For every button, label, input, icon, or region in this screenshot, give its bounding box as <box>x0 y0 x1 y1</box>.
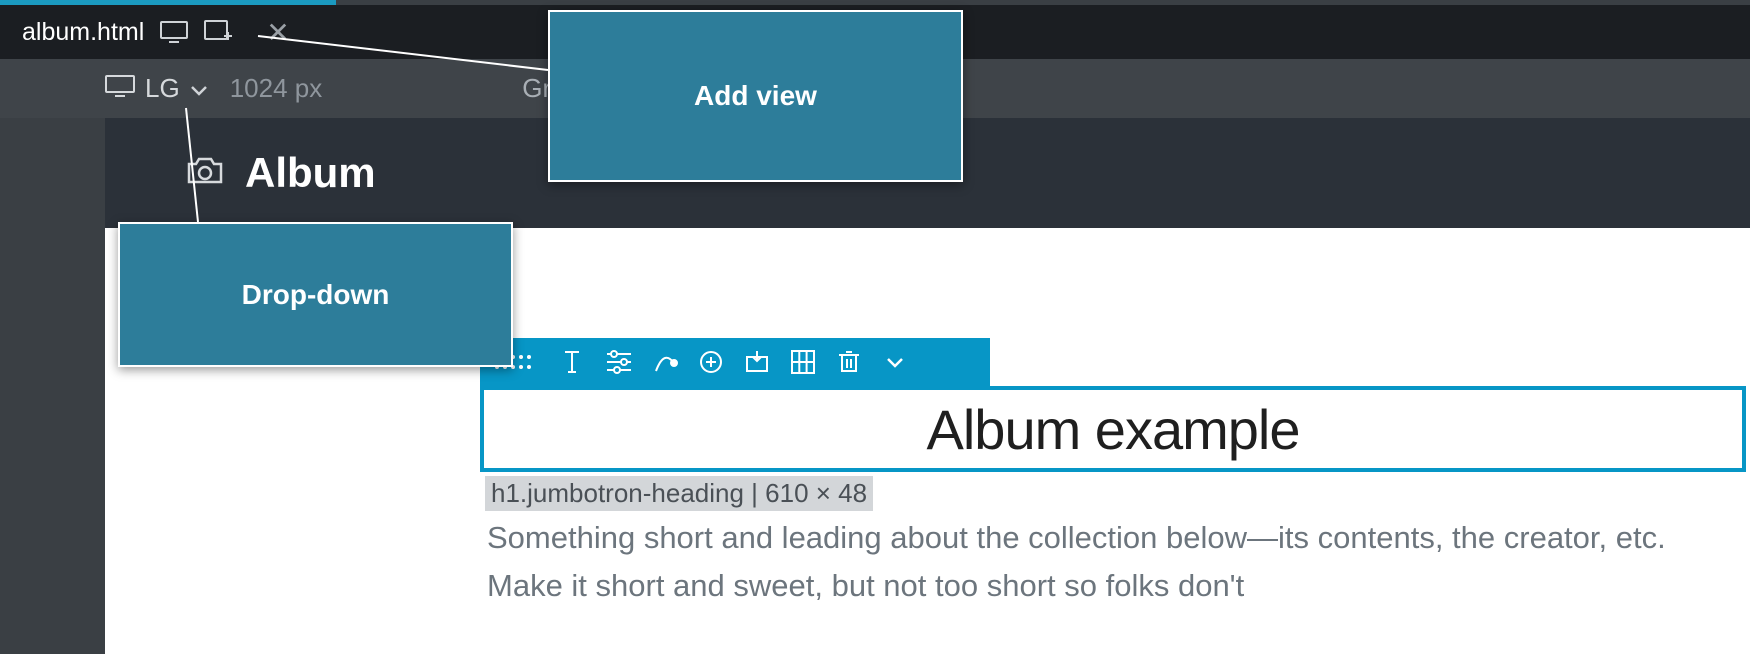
canvas-width[interactable]: 1024 px <box>230 73 323 104</box>
more-chevron-icon[interactable] <box>872 338 918 386</box>
breakpoint-label: LG <box>145 73 180 104</box>
lead-paragraph[interactable]: Something short and leading about the co… <box>487 514 1742 610</box>
callout-dropdown-label: Drop-down <box>242 279 390 311</box>
delete-trash-icon[interactable] <box>826 338 872 386</box>
camera-icon <box>185 155 225 192</box>
callout-add-view-label: Add view <box>694 80 817 112</box>
site-brand[interactable]: Album <box>245 149 376 197</box>
selection-toolbar[interactable] <box>480 338 990 386</box>
device-preview-icon[interactable] <box>160 21 188 43</box>
edit-text-icon[interactable] <box>550 338 596 386</box>
paint-style-icon[interactable] <box>642 338 688 386</box>
callout-add-view: Add view <box>548 10 963 182</box>
close-tab-icon[interactable]: ✕ <box>266 16 289 49</box>
desktop-icon <box>105 73 135 104</box>
chevron-down-icon <box>190 76 208 102</box>
add-circle-icon[interactable] <box>688 338 734 386</box>
settings-sliders-icon[interactable] <box>596 338 642 386</box>
add-view-icon[interactable] <box>204 20 232 44</box>
breakpoint-dropdown[interactable]: LG <box>105 73 208 104</box>
grid-layout-icon[interactable] <box>780 338 826 386</box>
canvas[interactable]: Album <box>105 118 1750 654</box>
tab-filename: album.html <box>22 18 144 47</box>
jumbotron-heading[interactable]: Album example <box>927 397 1300 462</box>
callout-dropdown: Drop-down <box>118 222 513 367</box>
insert-into-icon[interactable] <box>734 338 780 386</box>
selected-element-outline[interactable]: Album example <box>480 386 1746 472</box>
selection-info-label: h1.jumbotron-heading | 610 × 48 <box>485 476 873 511</box>
file-tab[interactable]: album.html ✕ <box>0 5 312 59</box>
